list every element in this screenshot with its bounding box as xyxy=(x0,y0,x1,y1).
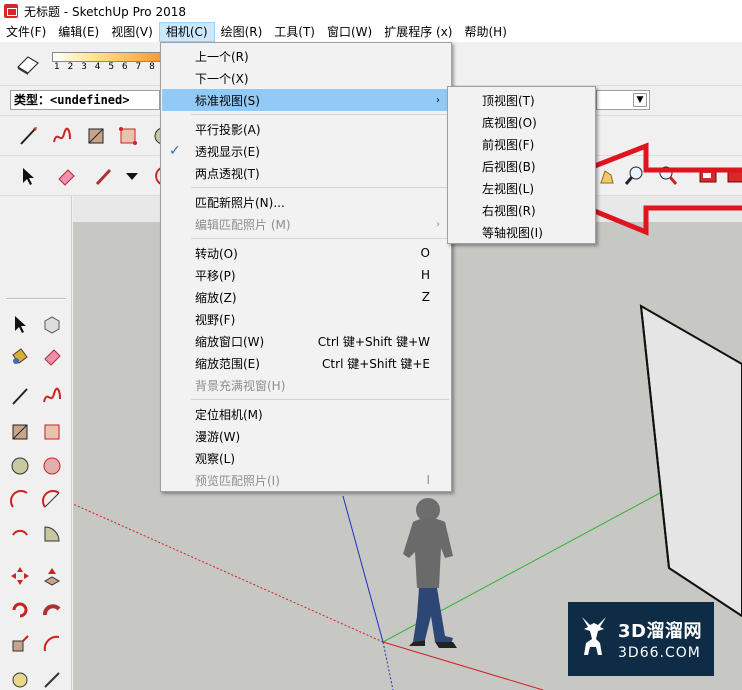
menu-item-orbit[interactable]: 转动(O) O xyxy=(162,242,450,264)
submenu-item-back[interactable]: 后视图(B) xyxy=(449,155,594,177)
rotate-tool-icon[interactable] xyxy=(8,598,32,622)
watermark: 3D溜溜网 3D66.COM xyxy=(568,602,714,676)
menu-edit[interactable]: 编辑(E) xyxy=(52,22,105,42)
chevron-right-icon: › xyxy=(436,218,440,230)
person-figure xyxy=(403,498,457,648)
camera-dropdown-menu: 上一个(R) 下一个(X) 标准视图(S) › 平行投影(A) ✓ 透视显示(E… xyxy=(160,42,452,492)
menu-item-zoom-window[interactable]: 缩放窗口(W) Ctrl 键+Shift 键+W xyxy=(162,330,450,352)
menu-item-perspective[interactable]: ✓ 透视显示(E) xyxy=(162,140,450,162)
menu-item-field-of-view[interactable]: 视野(F) xyxy=(162,308,450,330)
menu-item-standard-views[interactable]: 标准视图(S) › xyxy=(162,89,450,111)
scale-tool-icon[interactable] xyxy=(8,632,32,656)
offset-tool-icon[interactable] xyxy=(40,632,64,656)
freehand-tool-icon[interactable] xyxy=(40,384,64,408)
menu-view[interactable]: 视图(V) xyxy=(105,22,159,42)
menu-tools[interactable]: 工具(T) xyxy=(268,22,321,42)
entity-type-field: 类型：<undefined> xyxy=(10,90,160,110)
window-title: 无标题 - SketchUp Pro 2018 xyxy=(24,4,186,19)
menu-item-next[interactable]: 下一个(X) xyxy=(162,67,450,89)
checkmark-icon: ✓ xyxy=(169,143,181,159)
follow-me-tool-icon[interactable] xyxy=(40,598,64,622)
submenu-item-isometric[interactable]: 等轴视图(I) xyxy=(449,221,594,243)
menu-item-zoom-extents[interactable]: 缩放范围(E) Ctrl 键+Shift 键+E xyxy=(162,352,450,374)
menu-item-zoom-to-photo: 背景充满视窗(H) xyxy=(195,378,286,393)
toolbar-grip[interactable] xyxy=(6,298,66,300)
watermark-title: 3D溜溜网 xyxy=(618,621,702,642)
menu-item-position-camera[interactable]: 定位相机(M) xyxy=(162,403,450,425)
menu-item-zoom[interactable]: 缩放(Z) Z xyxy=(162,286,450,308)
rectangle-tool-icon[interactable] xyxy=(8,420,32,444)
deer-logo-icon xyxy=(582,617,606,655)
title-bar: 无标题 - SketchUp Pro 2018 xyxy=(0,0,742,22)
menu-item-two-point-perspective[interactable]: 两点透视(T) xyxy=(162,162,450,184)
chevron-down-icon[interactable]: ▼ xyxy=(633,93,647,107)
standard-views-submenu: 顶视图(T) 底视图(O) 前视图(F) 后视图(B) 左视图(L) 右视图(R… xyxy=(447,86,596,244)
menu-file[interactable]: 文件(F) xyxy=(0,22,52,42)
chevron-right-icon: › xyxy=(436,94,440,106)
rotated-rectangle-tool-icon[interactable] xyxy=(116,124,140,148)
move-tool-icon[interactable] xyxy=(8,564,32,588)
menu-item-pan[interactable]: 平移(P) H xyxy=(162,264,450,286)
pencil-icon[interactable] xyxy=(92,164,116,188)
menu-extensions[interactable]: 扩展程序 (x) xyxy=(378,22,458,42)
menu-help[interactable]: 帮助(H) xyxy=(458,22,512,42)
box-face-front xyxy=(639,304,742,618)
red-axis-dashed-line xyxy=(73,503,384,643)
menu-item-look-around[interactable]: 观察(L) xyxy=(162,447,450,469)
submenu-item-left[interactable]: 左视图(L) xyxy=(449,177,594,199)
chevron-down-icon[interactable] xyxy=(120,164,144,188)
menu-item-match-new-photo[interactable]: 匹配新照片(N)... xyxy=(162,191,450,213)
watermark-subtitle: 3D66.COM xyxy=(618,645,701,661)
shadow-toggle-icon[interactable] xyxy=(14,53,42,75)
push-pull-tool-icon[interactable] xyxy=(40,564,64,588)
blue-axis-line xyxy=(342,495,384,643)
layer-dropdown[interactable]: ▼ xyxy=(596,90,650,110)
sketchup-logo-icon xyxy=(4,4,18,18)
make-component-icon[interactable] xyxy=(40,312,64,336)
two-point-arc-tool-icon[interactable] xyxy=(40,488,64,512)
pie-tool-icon[interactable] xyxy=(40,522,64,546)
line-tool-icon[interactable] xyxy=(8,384,32,408)
menu-item-edit-matched-photo: 编辑匹配照片 (M) › xyxy=(195,217,440,232)
menu-separator xyxy=(191,187,449,188)
menu-item-walk[interactable]: 漫游(W) xyxy=(162,425,450,447)
blue-axis-dashed-line xyxy=(382,641,394,690)
shadow-time-slider[interactable] xyxy=(52,52,162,62)
submenu-item-top[interactable]: 顶视图(T) xyxy=(449,89,594,111)
polygon-tool-icon[interactable] xyxy=(40,454,64,478)
submenu-item-bottom[interactable]: 底视图(O) xyxy=(449,111,594,133)
menu-item-parallel-projection[interactable]: 平行投影(A) xyxy=(162,118,450,140)
menu-camera[interactable]: 相机(C) xyxy=(158,22,215,42)
paint-bucket-icon[interactable] xyxy=(8,344,32,368)
circle-tool-icon[interactable] xyxy=(8,454,32,478)
select-arrow-icon[interactable] xyxy=(16,164,40,188)
line-tool-icon[interactable] xyxy=(16,124,40,148)
tape-measure-icon[interactable] xyxy=(8,668,32,690)
red-axis-line xyxy=(382,641,544,690)
submenu-item-right[interactable]: 右视图(R) xyxy=(449,199,594,221)
menu-separator xyxy=(191,399,449,400)
dimension-tool-icon[interactable] xyxy=(40,668,64,690)
submenu-item-front[interactable]: 前视图(F) xyxy=(449,133,594,155)
rectangle-tool-icon[interactable] xyxy=(84,124,108,148)
shadow-slider-ticks: 1 2 3 4 5 6 7 8 9 xyxy=(54,62,171,72)
select-arrow-icon[interactable] xyxy=(8,312,32,336)
menu-separator xyxy=(191,238,449,239)
three-point-arc-tool-icon[interactable] xyxy=(8,522,32,546)
menu-item-preview-matched-photo: 预览匹配照片(I) I xyxy=(195,473,430,488)
freehand-tool-icon[interactable] xyxy=(50,124,74,148)
arc-tool-icon[interactable] xyxy=(8,488,32,512)
eraser-icon[interactable] xyxy=(40,344,64,368)
menu-draw[interactable]: 绘图(R) xyxy=(215,22,269,42)
eraser-icon[interactable] xyxy=(54,164,78,188)
menu-separator xyxy=(191,114,449,115)
menu-window[interactable]: 窗口(W) xyxy=(321,22,378,42)
menu-bar: 文件(F) 编辑(E) 视图(V) 相机(C) 绘图(R) 工具(T) 窗口(W… xyxy=(0,22,742,42)
menu-item-previous[interactable]: 上一个(R) xyxy=(162,45,450,67)
rotated-rectangle-tool-icon[interactable] xyxy=(40,420,64,444)
